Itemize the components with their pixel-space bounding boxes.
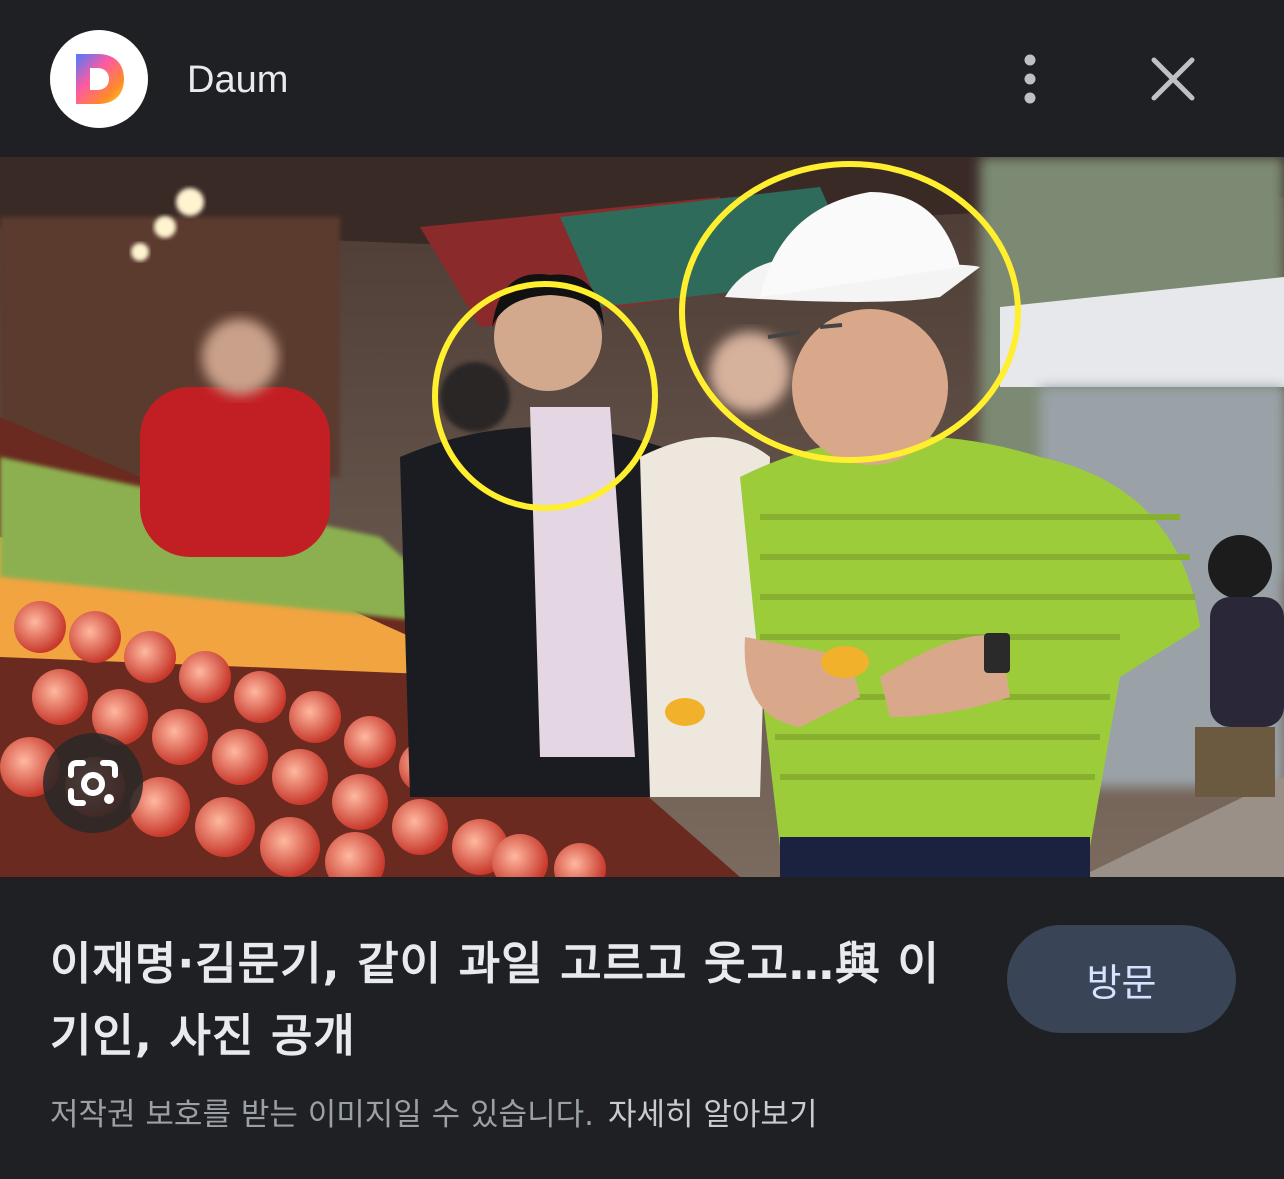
google-lens-icon [68, 760, 118, 806]
panel-header: Daum [0, 0, 1284, 157]
daum-logo-icon[interactable] [50, 30, 148, 128]
copyright-text: 저작권 보호를 받는 이미지일 수 있습니다. [50, 1097, 594, 1133]
visit-button[interactable]: 방문 [1007, 925, 1236, 1033]
market-photo-illustration [0, 157, 1284, 877]
more-options-button[interactable] [1000, 46, 1060, 112]
image-preview-panel: Daum 이재명·김문기, 같이 과일 고르고 웃고…與 이기인, 사진 공개 … [0, 0, 1284, 1179]
close-button[interactable] [1140, 46, 1206, 112]
copyright-notice: 저작권 보호를 받는 이미지일 수 있습니다. 자세히 알아보기 [50, 1093, 817, 1137]
close-icon [1151, 57, 1195, 101]
preview-image[interactable] [0, 157, 1284, 877]
site-name: Daum [187, 59, 289, 101]
learn-more-link[interactable]: 자세히 알아보기 [608, 1097, 818, 1133]
google-lens-button[interactable] [43, 733, 143, 833]
result-headline[interactable]: 이재명·김문기, 같이 과일 고르고 웃고…與 이기인, 사진 공개 [50, 928, 970, 1072]
more-vert-icon [1024, 54, 1036, 104]
